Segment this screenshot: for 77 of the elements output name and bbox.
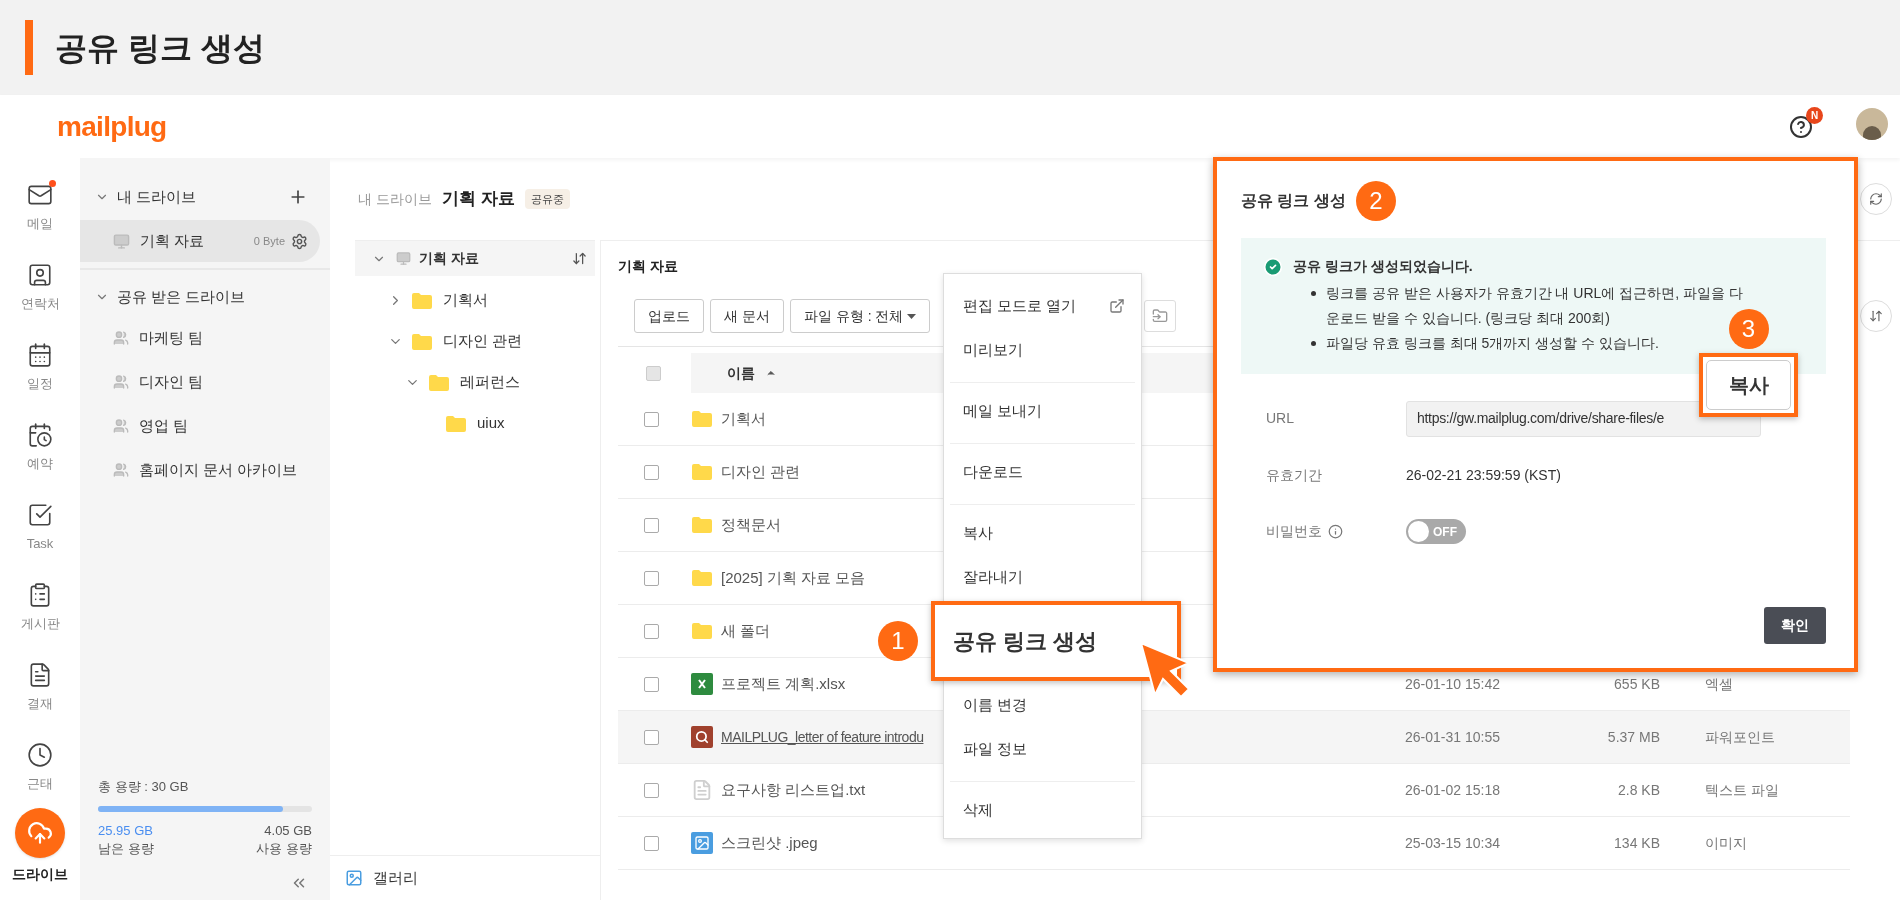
modified-date: 25-03-15 10:34: [1405, 835, 1500, 851]
file-name[interactable]: 요구사항 리스트업.txt: [721, 778, 866, 802]
menu-item[interactable]: 잘라내기: [950, 555, 1135, 599]
menu-item[interactable]: 복사: [950, 511, 1135, 555]
used-label: 사용 용량: [256, 840, 312, 858]
rail-item[interactable]: 드라이브: [0, 808, 80, 890]
modified-date: 26-01-10 15:42: [1405, 676, 1500, 692]
used-amount: 4.05 GB: [264, 822, 312, 840]
rail-item[interactable]: 메일: [0, 168, 80, 248]
notification-badge: N: [1806, 106, 1823, 124]
notice-title: 공유 링크가 생성되었습니다.: [1293, 257, 1473, 276]
file-size: 655 KB: [1614, 676, 1660, 692]
expiry-label: 유효기간: [1266, 465, 1323, 485]
folder-name[interactable]: uiux: [477, 412, 505, 435]
file-name[interactable]: 디자인 관련: [721, 460, 801, 484]
column-header[interactable]: 이름: [727, 362, 755, 384]
folder-title: 기획 자료: [618, 256, 678, 276]
free-amount: 25.95 GB: [98, 822, 154, 840]
rail-item[interactable]: 결재: [0, 648, 80, 728]
shared-badge: 공유중: [524, 188, 570, 210]
menu-item[interactable]: 편집 모드로 열기: [950, 284, 1135, 328]
modified-date: 26-01-31 10:55: [1405, 729, 1500, 745]
rail-item[interactable]: 예약: [0, 408, 80, 488]
file-type-filter[interactable]: 파일 유형 : 전체: [789, 299, 931, 333]
shared-drive-item[interactable]: 영업 팀: [80, 404, 320, 448]
password-label: 비밀번호: [1266, 522, 1322, 541]
file-size: 134 KB: [1614, 835, 1660, 851]
file-name[interactable]: 새 폴더: [721, 619, 771, 643]
file-name[interactable]: 기획서: [721, 407, 766, 431]
file-type: 이미지: [1705, 835, 1747, 851]
file-size: 2.8 KB: [1617, 782, 1660, 798]
modified-date: 26-01-02 15:18: [1405, 782, 1500, 798]
file-name[interactable]: 정책문서: [721, 513, 781, 537]
free-label: 남은 용량: [98, 840, 154, 858]
url-label: URL: [1266, 409, 1295, 428]
breadcrumb-current: 기획 자료: [441, 188, 515, 211]
shared-drive-item[interactable]: 디자인 팀: [80, 360, 320, 404]
storage-total: 총 용량 : 30 GB: [98, 777, 190, 796]
tree-header[interactable]: 기획 자료: [355, 240, 595, 276]
shared-drive-item[interactable]: 마케팅 팀: [80, 316, 320, 360]
file-type: 파워포인트: [1705, 729, 1775, 745]
rail-item[interactable]: Task: [0, 488, 80, 568]
menu-item[interactable]: 미리보기: [950, 328, 1135, 372]
drive-size: 0 Byte: [253, 233, 285, 249]
file-type: 텍스트 파일: [1705, 782, 1779, 798]
menu-item[interactable]: 다운로드: [950, 450, 1135, 494]
confirm-button[interactable]: 확인: [1764, 607, 1826, 644]
page-title: 공유 링크 생성: [55, 28, 265, 68]
step-number: 1: [878, 621, 918, 661]
folder-name[interactable]: 디자인 관련: [443, 330, 523, 353]
drive-item[interactable]: 기획 자료 0 Byte: [80, 220, 320, 262]
rail-item[interactable]: 게시판: [0, 568, 80, 648]
file-type: 엑셀: [1705, 676, 1733, 692]
copy-button[interactable]: 복사: [1706, 360, 1791, 410]
dialog-title: 공유 링크 생성: [1241, 190, 1346, 211]
url-field[interactable]: https://gw.mailplug.com/drive/share-files/e: [1406, 400, 1761, 437]
file-name[interactable]: 프로젝트 계획.xlsx: [721, 672, 846, 696]
file-name[interactable]: MAILPLUG_letter of feature introdu: [721, 726, 924, 748]
gallery-link[interactable]: 갤러리: [345, 866, 418, 890]
shared-drive-item[interactable]: 홈페이지 문서 아카이브: [80, 448, 320, 492]
rail-item[interactable]: 연락처: [0, 248, 80, 328]
file-name[interactable]: [2025] 기획 자료 모음: [721, 566, 866, 590]
file-name[interactable]: 스크린샷 .jpeg: [721, 831, 818, 855]
rail-item[interactable]: 일정: [0, 328, 80, 408]
section-title[interactable]: 내 드라이브: [117, 185, 197, 209]
section-title[interactable]: 공유 받은 드라이브: [117, 285, 246, 309]
expiry-value: 26-02-21 23:59:59 (KST): [1406, 465, 1561, 485]
toolbar-button[interactable]: 새 문서: [710, 299, 784, 333]
file-size: 5.37 MB: [1607, 729, 1660, 745]
menu-item[interactable]: 메일 보내기: [950, 389, 1135, 433]
rail-item[interactable]: 근태: [0, 728, 80, 808]
folder-name[interactable]: 레퍼런스: [460, 371, 520, 394]
folder-name[interactable]: 기획서: [443, 289, 488, 312]
menu-item[interactable]: 공유 링크 생성: [931, 601, 1181, 681]
step-number: 2: [1355, 180, 1396, 221]
notice-text: 파일당 유효 링크를 최대 5개까지 생성할 수 있습니다.: [1326, 334, 1659, 353]
toolbar-button[interactable]: 업로드: [634, 299, 704, 333]
